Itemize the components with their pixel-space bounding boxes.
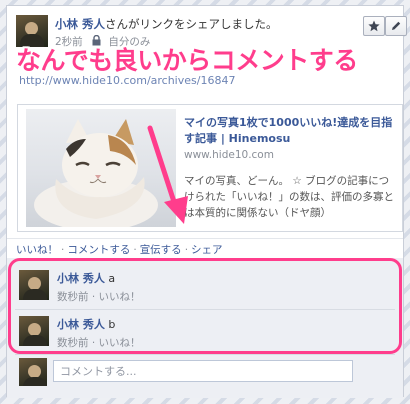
separator: · <box>61 244 65 256</box>
link-preview[interactable]: マイの写真1枚で1000いいね!達成を目指す記事 | Hinemosu www.… <box>17 104 403 232</box>
separator: · <box>184 244 189 256</box>
like-link[interactable]: いいね！ <box>16 244 58 256</box>
author-name[interactable]: 小林 秀人 <box>55 17 105 31</box>
star-button[interactable] <box>363 16 385 36</box>
cat-thumbnail[interactable] <box>26 109 176 227</box>
star-icon <box>368 20 380 32</box>
comment-divider <box>15 354 395 355</box>
composer-avatar <box>19 358 47 386</box>
preview-description: マイの写真、どーん。 ☆ ブログの記事につけられた「いいね！」の数は、評価の多寡… <box>184 175 394 219</box>
post-header: 小林 秀人さんがリンクをシェアしました。 <box>55 16 278 32</box>
edit-button[interactable] <box>385 16 407 36</box>
annotation-headline: なんでも良いからコメントする <box>16 46 358 75</box>
promote-link[interactable]: 宣伝する <box>140 244 182 256</box>
preview-title[interactable]: マイの写真1枚で1000いいね!達成を目指す記事 | Hinemosu <box>184 115 396 147</box>
pencil-icon <box>392 21 401 30</box>
post-actions: いいね！ · コメントする · 宣伝する · シェア <box>7 238 403 258</box>
comment-link[interactable]: コメントする <box>67 244 130 256</box>
separator: · <box>133 244 137 256</box>
post-action-text: さんがリンクをシェアしました。 <box>105 17 278 31</box>
comment-input[interactable] <box>53 360 353 382</box>
preview-domain: www.hide10.com <box>184 149 274 161</box>
share-link[interactable]: シェア <box>191 244 223 256</box>
comments-highlight <box>8 258 402 354</box>
